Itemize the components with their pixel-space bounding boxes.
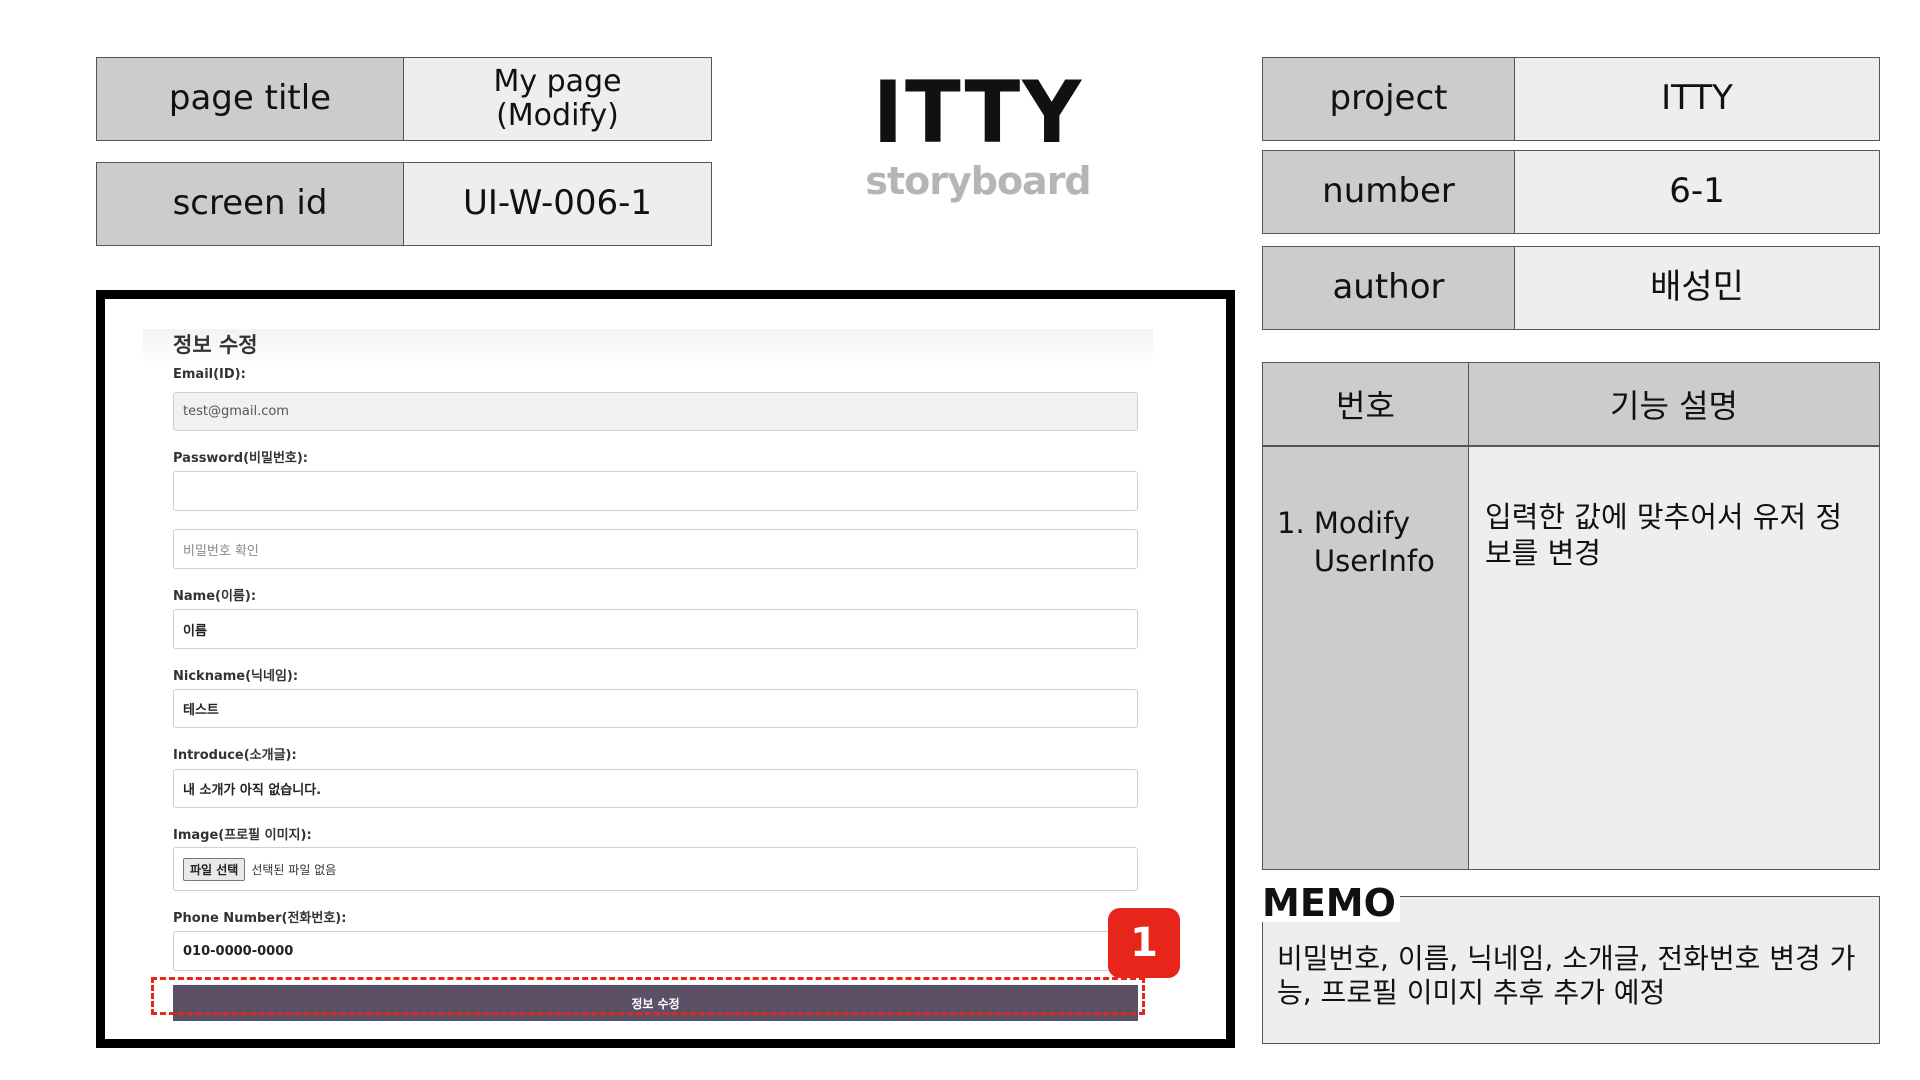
phone-field[interactable]: 010-0000-0000	[173, 931, 1138, 971]
project-label: project	[1262, 57, 1515, 141]
nickname-label: Nickname(닉네임):	[173, 669, 299, 684]
name-field[interactable]: 이름	[173, 609, 1138, 649]
function-table: 번호 기능 설명 1. Modify UserInfo 입력한 값에 맞추어서 …	[1262, 362, 1880, 870]
screen-id-value: UI-W-006-1	[403, 162, 712, 246]
email-label: Email(ID):	[173, 367, 246, 382]
password-field[interactable]	[173, 471, 1138, 511]
screen-id-label: screen id	[96, 162, 404, 246]
phone-label: Phone Number(전화번호):	[173, 911, 347, 926]
number-label: number	[1262, 150, 1515, 234]
introduce-label: Introduce(소개글):	[173, 748, 297, 763]
function-row-number: 1. Modify UserInfo	[1262, 446, 1469, 870]
author-label: author	[1262, 246, 1515, 330]
memo-text: 비밀번호, 이름, 닉네임, 소개글, 전화번호 변경 가능, 프로필 이미지 …	[1277, 942, 1856, 1010]
page-title-value: My page (Modify)	[403, 57, 712, 141]
function-description-header: 기능 설명	[1468, 362, 1880, 446]
password-confirm-field[interactable]: 비밀번호 확인	[173, 529, 1138, 569]
submit-highlight-box	[151, 977, 1145, 1015]
file-select-button[interactable]: 파일 선택	[183, 857, 246, 881]
name-label: Name(이름):	[173, 589, 257, 604]
number-value: 6-1	[1514, 150, 1880, 234]
function-row-description: 입력한 값에 맞추어서 유저 정보를 변경	[1468, 446, 1880, 870]
author-value: 배성민	[1514, 246, 1880, 330]
introduce-field[interactable]: 내 소개가 아직 없습니다.	[173, 769, 1138, 808]
file-status-text: 선택된 파일 없음	[251, 862, 337, 877]
logo-subtext: storyboard	[865, 159, 1091, 203]
image-file-input: 파일 선택 선택된 파일 없음	[173, 847, 1138, 891]
screen-mockup-frame: 정보 수정 Email(ID): test@gmail.com Password…	[96, 290, 1235, 1048]
logo-text: ITTY	[872, 63, 1084, 163]
function-number-header: 번호	[1262, 362, 1469, 446]
form-title: 정보 수정	[173, 333, 258, 357]
modify-form: 정보 수정 Email(ID): test@gmail.com Password…	[143, 329, 1153, 1021]
image-label: Image(프로필 이미지):	[173, 828, 312, 843]
project-value: ITTY	[1514, 57, 1880, 141]
password-label: Password(비밀번호):	[173, 451, 309, 466]
page-title-label: page title	[96, 57, 404, 141]
itty-storyboard-logo: ITTY storyboard	[858, 70, 1098, 200]
annotation-badge-1: 1	[1108, 908, 1180, 978]
form-header-bar	[143, 329, 1153, 369]
nickname-field[interactable]: 테스트	[173, 689, 1138, 728]
email-field[interactable]: test@gmail.com	[173, 392, 1138, 431]
memo-title: MEMO	[1262, 884, 1400, 922]
